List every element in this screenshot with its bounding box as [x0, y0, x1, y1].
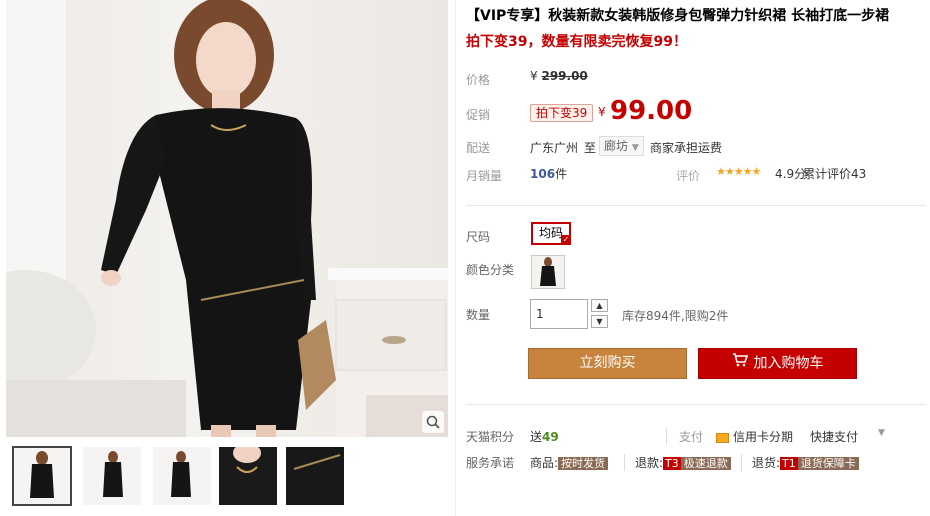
refund-badge: T3 — [663, 457, 681, 470]
promo-subtitle: 拍下变39，数量有限卖完恢复99！ — [466, 34, 687, 50]
color-label: 颜色分类 — [466, 263, 515, 277]
shipping-to-word: 至 — [584, 141, 597, 155]
service-return-tag[interactable]: 退货保障卡 — [797, 457, 859, 470]
shipping-fee-note: 商家承担运费 — [650, 141, 723, 155]
thumbnail-3[interactable] — [152, 446, 212, 506]
original-price: ¥ 299.00 — [530, 69, 588, 83]
thumbnail-4[interactable] — [218, 446, 278, 506]
points-number: 49 — [542, 430, 559, 444]
active-thumb-arrow — [40, 446, 50, 448]
credit-card-icon — [716, 432, 729, 443]
review-count-link[interactable]: 累计评价43 — [803, 165, 866, 182]
stock-note: 库存894件,限购2件 — [622, 309, 729, 323]
payment-expand-icon[interactable]: ▼ — [878, 428, 885, 438]
main-product-image[interactable] — [6, 0, 448, 437]
promo-tag: 拍下变39 — [530, 104, 594, 122]
buy-now-button[interactable]: 立刻购买 — [528, 348, 687, 379]
service-label: 服务承诺 — [466, 456, 515, 470]
column-divider — [455, 0, 456, 516]
product-photo — [6, 0, 448, 437]
destination-value: 廊坊 — [604, 139, 629, 153]
quantity-decrease-button[interactable]: ▼ — [591, 315, 608, 328]
thumbnail-1[interactable] — [12, 446, 72, 506]
chevron-down-icon: ▼ — [596, 317, 603, 326]
add-to-cart-button[interactable]: 加入购物车 — [698, 348, 857, 379]
service-refund-tag[interactable]: 极速退款 — [680, 457, 731, 470]
price-label: 价格 — [466, 73, 491, 87]
payment-label: 支付 — [666, 428, 703, 445]
rating-score: 4.9分 — [775, 167, 807, 181]
promo-currency: ¥ — [598, 105, 606, 119]
credit-card-label: 信用卡分期 — [733, 430, 794, 444]
service-refund: 退款: T3 极速退款 — [624, 454, 731, 471]
thumbnail-2[interactable] — [82, 446, 142, 506]
service-goods-label: 商品: — [530, 456, 559, 470]
divider — [466, 205, 926, 206]
service-goods-tag[interactable]: 按时发货 — [558, 457, 609, 470]
shipping-label: 配送 — [466, 141, 491, 155]
chevron-down-icon: ▼ — [631, 143, 639, 153]
size-label: 尺码 — [466, 230, 491, 244]
points-value: 送49 — [530, 428, 559, 445]
service-goods: 商品: 按时发货 — [530, 454, 609, 471]
color-option-black[interactable] — [531, 255, 565, 289]
thumbnail-5[interactable] — [285, 446, 345, 506]
service-return: 退货: T1 退货保障卡 — [741, 454, 859, 471]
check-icon: ✓ — [561, 235, 571, 245]
promo-price: 99.00 — [610, 96, 693, 126]
divider — [466, 404, 926, 405]
destination-select[interactable]: 廊坊 ▼ — [599, 136, 644, 156]
add-to-cart-label: 加入购物车 — [753, 355, 824, 372]
currency-symbol: ¥ — [530, 69, 538, 83]
monthly-sales-count: 106 — [530, 167, 556, 181]
monthly-sales-unit: 件 — [555, 167, 568, 181]
points-prefix: 送 — [530, 430, 543, 444]
service-return-label: 退货: — [752, 456, 781, 470]
size-option-one-size[interactable]: 均码 ✓ — [531, 222, 571, 245]
service-refund-label: 退款: — [635, 456, 664, 470]
payment-quick[interactable]: 快捷支付 — [810, 428, 858, 445]
shipping-from: 广东广州 — [530, 141, 579, 155]
product-page: 【VIP专享】秋装新款女装韩版修身包臀弹力针织裙 长袖打底一步裙 拍下变39，数… — [0, 0, 930, 516]
chevron-up-icon: ▲ — [596, 301, 603, 310]
zoom-icon[interactable] — [422, 411, 444, 433]
original-price-value: 299.00 — [541, 69, 588, 83]
return-badge: T1 — [780, 457, 798, 470]
monthly-sales: 106件 — [530, 165, 567, 182]
quantity-label: 数量 — [466, 308, 491, 322]
cart-icon — [732, 349, 748, 378]
rating-stars: ★★★★★ — [716, 165, 761, 178]
quantity-input[interactable] — [530, 299, 588, 329]
size-option-label: 均码 — [538, 226, 563, 240]
promo-label: 促销 — [466, 108, 491, 122]
quantity-increase-button[interactable]: ▲ — [591, 299, 608, 312]
product-title: 【VIP专享】秋装新款女装韩版修身包臀弹力针织裙 长袖打底一步裙 — [466, 8, 890, 24]
points-label: 天猫积分 — [466, 430, 515, 444]
monthly-sales-label: 月销量 — [466, 169, 503, 183]
thumbnail-strip — [12, 446, 452, 508]
payment-credit-card[interactable]: 信用卡分期 — [716, 428, 793, 445]
rating-label: 评价 — [676, 169, 701, 183]
